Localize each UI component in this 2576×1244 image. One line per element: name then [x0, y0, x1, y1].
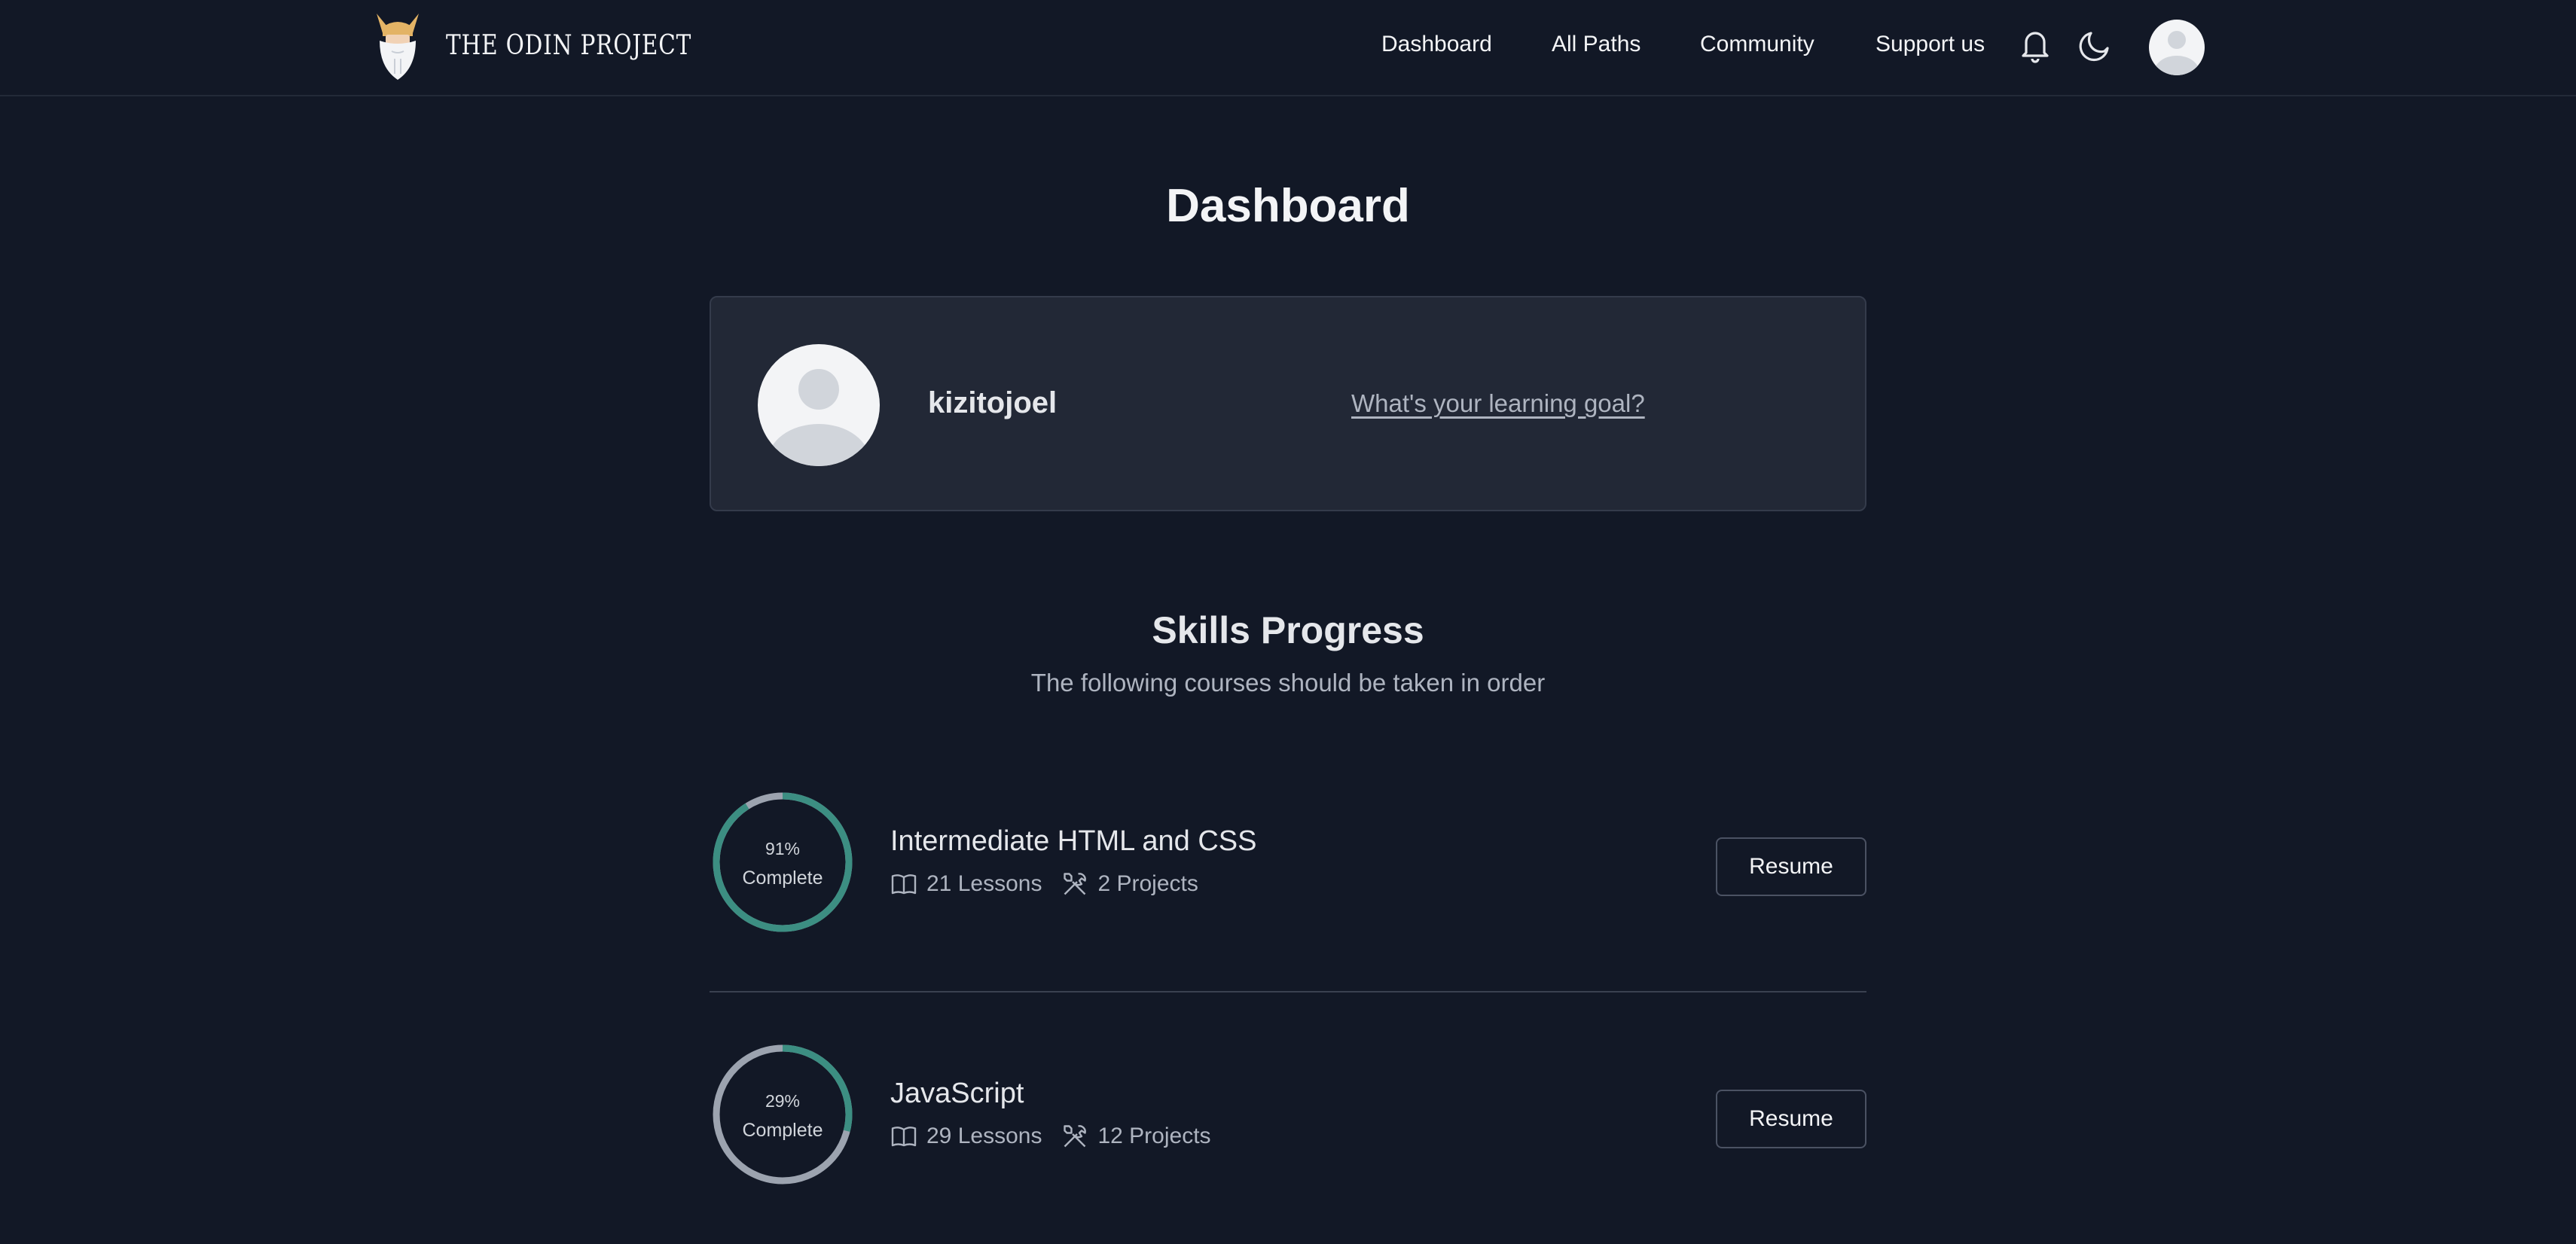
nav-dashboard[interactable]: Dashboard	[1381, 32, 1492, 57]
course-title[interactable]: Intermediate HTML and CSS	[890, 825, 1256, 858]
course-meta: 29 Lessons 12 Projects	[890, 1123, 1231, 1150]
resume-button[interactable]: Resume	[1716, 837, 1866, 896]
tools-icon	[1064, 873, 1087, 895]
course-title[interactable]: JavaScript	[890, 1078, 1024, 1110]
progress-label: Complete	[742, 1120, 823, 1141]
lessons-count: 21 Lessons	[926, 871, 1042, 896]
progress-label: Complete	[742, 867, 823, 889]
user-silhouette-icon	[2154, 31, 2199, 75]
lessons-count: 29 Lessons	[926, 1124, 1042, 1148]
learning-goal-link[interactable]: What's your learning goal?	[1351, 389, 1645, 418]
book-icon	[891, 874, 917, 895]
page-title: Dashboard	[1166, 180, 1410, 232]
nav-support-us[interactable]: Support us	[1876, 32, 1985, 57]
course-meta: 21 Lessons 2 Projects	[890, 870, 1218, 898]
book-icon	[891, 1127, 917, 1147]
course-card: 91% Complete Intermediate HTML and CSS 2…	[710, 789, 1866, 940]
profile-avatar	[758, 344, 880, 466]
skills-subtitle: The following courses should be taken in…	[1030, 669, 1546, 697]
progress-ring	[713, 792, 853, 932]
projects-count: 12 Projects	[1097, 1124, 1211, 1148]
nav-community[interactable]: Community	[1700, 32, 1814, 57]
divider	[710, 991, 1866, 992]
user-avatar[interactable]	[2149, 20, 2205, 75]
progress-ring	[713, 1044, 853, 1185]
nav-all-paths[interactable]: All Paths	[1552, 32, 1641, 57]
profile-card: kizitojoel What's your learning goal?	[710, 296, 1866, 511]
user-silhouette-icon	[768, 369, 870, 466]
projects-count: 2 Projects	[1097, 871, 1198, 896]
skills-title: Skills Progress	[1152, 609, 1424, 651]
progress-fill	[713, 792, 853, 932]
moon-icon[interactable]	[2077, 26, 2114, 65]
resume-button[interactable]: Resume	[1716, 1090, 1866, 1148]
progress-percent: 91%	[765, 839, 801, 858]
username: kizitojoel	[928, 386, 1058, 419]
navbar: THE ODIN PROJECT Dashboard All Paths Com…	[0, 0, 2576, 96]
tools-icon	[1064, 1125, 1087, 1148]
progress-percent: 29%	[765, 1091, 801, 1111]
bell-icon[interactable]	[2017, 26, 2053, 65]
course-card: 29% Complete JavaScript 29 Lessons 12 Pr…	[710, 1041, 1866, 1192]
